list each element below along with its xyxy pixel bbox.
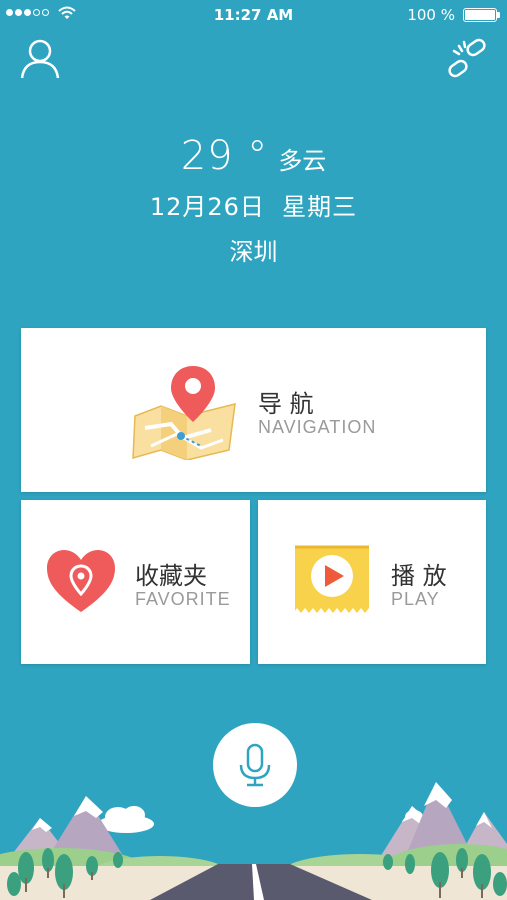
play-subtitle: PLAY — [391, 589, 440, 609]
link-icon[interactable] — [445, 36, 489, 80]
user-icon[interactable] — [18, 36, 62, 80]
weather-condition: 多云 — [278, 147, 327, 175]
play-card[interactable]: 播 放 PLAY — [258, 500, 486, 664]
weather-panel: 29 ° 多云 12月26日 星期三 深圳 — [0, 133, 507, 267]
battery-tip — [497, 12, 500, 18]
navigation-subtitle: NAVIGATION — [258, 417, 377, 437]
battery-percent: 100 % — [407, 6, 455, 24]
city-label: 深圳 — [229, 238, 278, 266]
battery-icon — [463, 8, 497, 22]
temperature: 29 ° — [180, 133, 269, 179]
favorite-card[interactable]: 收藏夹 FAVORITE — [21, 500, 250, 664]
map-pin-icon — [132, 366, 236, 460]
status-bar: 11:27 AM 100 % — [0, 0, 507, 30]
favorite-title: 收藏夹 — [135, 562, 207, 590]
play-ticket-icon — [295, 545, 369, 613]
microphone-icon — [239, 743, 271, 787]
navigation-card[interactable]: 导 航 NAVIGATION — [21, 328, 486, 492]
voice-input-button[interactable] — [213, 723, 297, 807]
date-label: 12月26日 星期三 — [149, 193, 358, 221]
cloud-icon — [98, 806, 438, 833]
navigation-title: 导 航 — [258, 390, 314, 418]
favorite-subtitle: FAVORITE — [135, 589, 231, 609]
play-title: 播 放 — [391, 562, 447, 590]
heart-pin-icon — [47, 550, 115, 612]
